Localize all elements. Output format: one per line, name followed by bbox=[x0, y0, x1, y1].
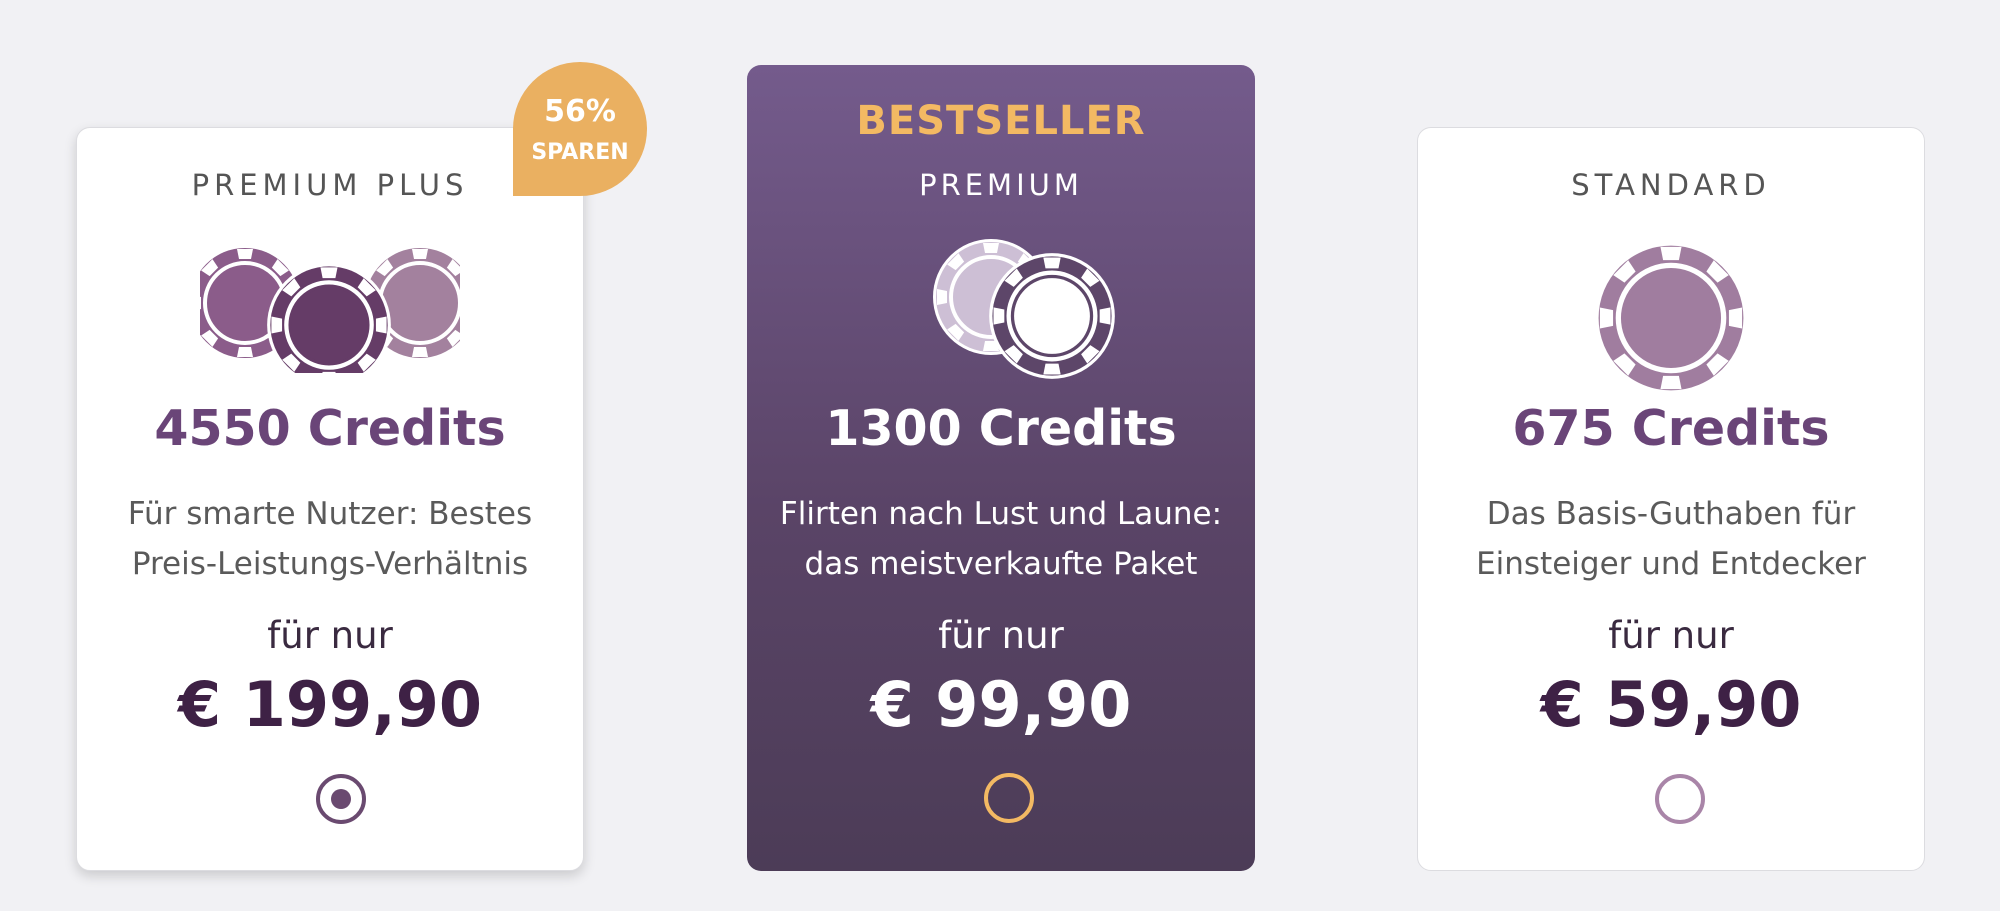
package-description-line: das meistverkaufte Paket bbox=[804, 546, 1198, 582]
package-radio-selected[interactable] bbox=[316, 774, 366, 824]
package-description-line: Für smarte Nutzer: Bestes bbox=[127, 496, 533, 532]
package-description: Für smarte Nutzer: Bestes Preis-Leistung… bbox=[97, 489, 563, 589]
bestseller-label: BESTSELLER bbox=[856, 98, 1146, 144]
package-price: € 199,90 bbox=[178, 668, 482, 741]
package-tier: PREMIUM bbox=[919, 168, 1083, 202]
package-description-line: Das Basis-Guthaben für bbox=[1486, 496, 1856, 532]
package-credits: 675 Credits bbox=[1512, 400, 1830, 457]
double-poker-chip-icon bbox=[747, 233, 1255, 387]
triple-poker-chip-icon bbox=[77, 233, 583, 377]
package-credits: 1300 Credits bbox=[825, 400, 1177, 457]
package-description: Flirten nach Lust und Laune: das meistve… bbox=[767, 489, 1235, 589]
poker-chip-icon bbox=[1418, 233, 1924, 397]
package-description: Das Basis-Guthaben für Einsteiger und En… bbox=[1438, 489, 1904, 589]
package-price: € 59,90 bbox=[1540, 668, 1802, 741]
package-radio[interactable] bbox=[1655, 774, 1705, 824]
price-prefix: für nur bbox=[267, 614, 393, 657]
package-card-premium-plus[interactable]: PREMIUM PLUS 4550 Credits Für smarte Nut… bbox=[76, 127, 584, 871]
package-description-line: Flirten nach Lust und Laune: bbox=[779, 496, 1223, 532]
price-prefix: für nur bbox=[938, 614, 1064, 657]
package-description-line: Preis-Leistungs-Verhältnis bbox=[131, 546, 529, 582]
savings-badge: 56% SPAREN bbox=[513, 62, 647, 196]
package-tier: PREMIUM PLUS bbox=[191, 168, 469, 202]
package-description-line: Einsteiger und Entdecker bbox=[1476, 546, 1866, 582]
package-price: € 99,90 bbox=[870, 668, 1132, 741]
package-card-premium[interactable]: BESTSELLER PREMIUM 1300 Credits Flirten … bbox=[747, 65, 1255, 871]
package-credits: 4550 Credits bbox=[154, 400, 506, 457]
savings-percent: 56% bbox=[544, 94, 616, 129]
package-tier: STANDARD bbox=[1571, 168, 1771, 202]
savings-label: SPAREN bbox=[531, 140, 629, 165]
package-radio[interactable] bbox=[984, 773, 1034, 823]
price-prefix: für nur bbox=[1608, 614, 1734, 657]
package-card-standard[interactable]: STANDARD 675 Credits Das Basis-Guthaben … bbox=[1417, 127, 1925, 871]
